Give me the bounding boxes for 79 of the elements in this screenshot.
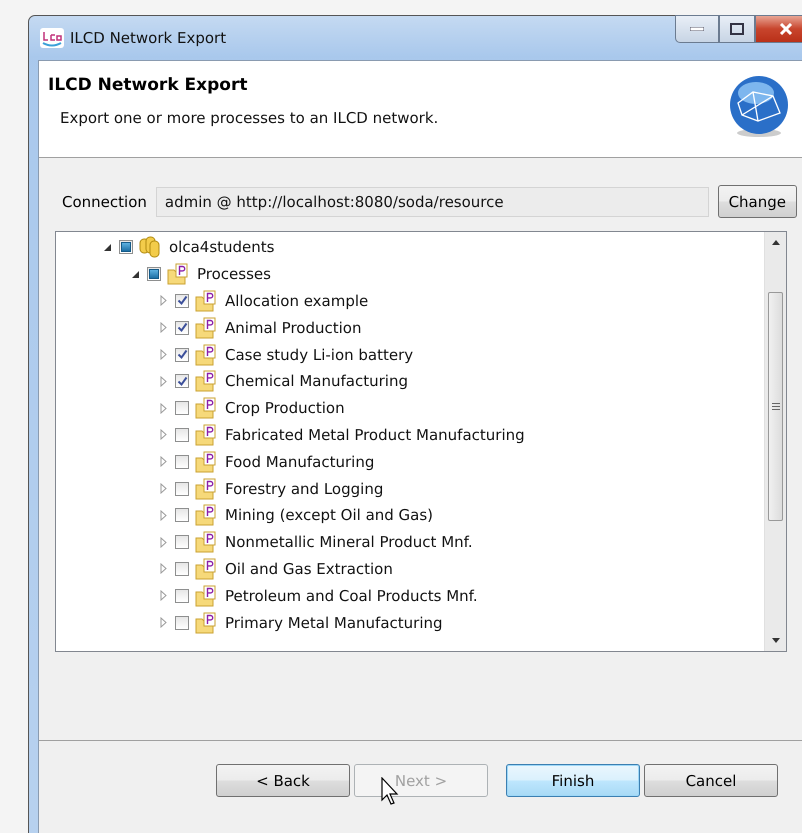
change-button[interactable]: Change — [718, 185, 797, 218]
process-folder-icon — [195, 531, 217, 554]
expand-arrow-icon[interactable] — [158, 563, 168, 574]
process-folder-icon — [195, 397, 217, 420]
expand-arrow-icon[interactable] — [158, 322, 168, 334]
expand-arrow-icon[interactable] — [158, 295, 168, 306]
checkbox[interactable] — [175, 562, 189, 576]
tree-item-label[interactable]: Case study Li-ion battery — [225, 346, 414, 364]
process-folder-icon — [195, 558, 217, 580]
expand-arrow-icon[interactable] — [158, 402, 168, 414]
process-folder-icon — [195, 504, 217, 526]
scrollbar[interactable] — [764, 232, 786, 651]
minimize-icon — [690, 27, 704, 31]
database-icon — [139, 236, 161, 258]
checkbox[interactable] — [175, 535, 189, 550]
expand-arrow-icon[interactable] — [158, 376, 168, 387]
tree-item-label[interactable]: Processes — [197, 265, 271, 284]
collapse-arrow-icon[interactable] — [130, 268, 140, 280]
process-folder-icon — [195, 370, 217, 392]
expand-arrow-icon[interactable] — [158, 536, 168, 548]
process-folder-icon — [195, 316, 217, 339]
process-folder-icon — [195, 290, 217, 312]
process-folder-icon — [195, 450, 217, 473]
checkbox[interactable] — [175, 374, 189, 388]
process-folder-icon — [195, 424, 217, 446]
checkbox[interactable] — [147, 267, 161, 282]
connection-field[interactable]: admin @ http://localhost:8080/soda/resource — [156, 186, 709, 216]
scroll-thumb[interactable] — [768, 292, 783, 521]
process-folder-icon — [195, 612, 217, 634]
page-title: ILCD Network Export — [48, 75, 248, 95]
expand-arrow-icon[interactable] — [158, 349, 168, 360]
wizard-button[interactable]: Cancel — [644, 764, 778, 797]
globe-icon — [728, 75, 790, 139]
checkbox[interactable] — [175, 401, 189, 416]
app-logo-icon — [40, 28, 64, 48]
page-description: Export one or more processes to an ILCD network. — [60, 109, 440, 127]
checkbox[interactable] — [175, 428, 189, 442]
collapse-arrow-icon[interactable] — [102, 242, 112, 253]
process-folder-icon — [195, 344, 217, 366]
close-button[interactable] — [755, 15, 802, 43]
tree-item-label[interactable]: Allocation example — [225, 292, 368, 310]
tree-item-label[interactable]: Crop Production — [225, 399, 345, 418]
window-title: ILCD Network Export — [70, 29, 226, 47]
tree-item-label[interactable]: Petroleum and Coal Products Mnf. — [225, 586, 478, 605]
checkbox[interactable] — [175, 320, 189, 335]
tree-item-label[interactable]: Food Manufacturing — [225, 452, 374, 471]
checkbox[interactable] — [175, 508, 189, 522]
wizard-button[interactable]: Finish — [506, 764, 640, 797]
tree-item-label[interactable]: Animal Production — [225, 318, 362, 337]
tree-item-label[interactable]: olca4students — [169, 238, 274, 256]
checkbox[interactable] — [175, 348, 189, 362]
maximize-button[interactable] — [719, 15, 755, 43]
tree-item-label[interactable]: Oil and Gas Extraction — [225, 560, 393, 578]
process-folder-icon — [167, 263, 189, 286]
close-icon — [779, 23, 793, 35]
maximize-icon — [730, 23, 744, 35]
tree-item-label[interactable]: Mining (except Oil and Gas) — [225, 506, 434, 524]
process-folder-icon — [195, 584, 217, 607]
wizard-button[interactable]: < Back — [216, 764, 350, 797]
expand-arrow-icon[interactable] — [158, 483, 168, 494]
process-folder-icon — [195, 478, 217, 500]
expand-arrow-icon[interactable] — [158, 429, 168, 440]
checkbox[interactable] — [175, 454, 189, 469]
tree-item-label[interactable]: Fabricated Metal Product Manufacturing — [225, 426, 525, 444]
checkbox[interactable] — [175, 482, 189, 496]
tree-item-label[interactable]: Nonmetallic Mineral Product Mnf. — [225, 533, 473, 552]
tree-item-label[interactable]: Chemical Manufacturing — [225, 372, 408, 390]
expand-arrow-icon[interactable] — [158, 456, 168, 468]
checkbox[interactable] — [175, 294, 189, 308]
expand-arrow-icon[interactable] — [158, 510, 168, 521]
checkbox[interactable] — [175, 588, 189, 603]
tree-item-label[interactable]: Primary Metal Manufacturing — [225, 614, 443, 632]
tree-item-label[interactable]: Forestry and Logging — [225, 480, 384, 498]
minimize-button[interactable] — [675, 15, 719, 43]
connection-label: Connection — [62, 192, 147, 210]
expand-arrow-icon[interactable] — [158, 590, 168, 602]
checkbox[interactable] — [119, 240, 133, 254]
checkbox[interactable] — [175, 616, 189, 630]
expand-arrow-icon[interactable] — [158, 617, 168, 628]
